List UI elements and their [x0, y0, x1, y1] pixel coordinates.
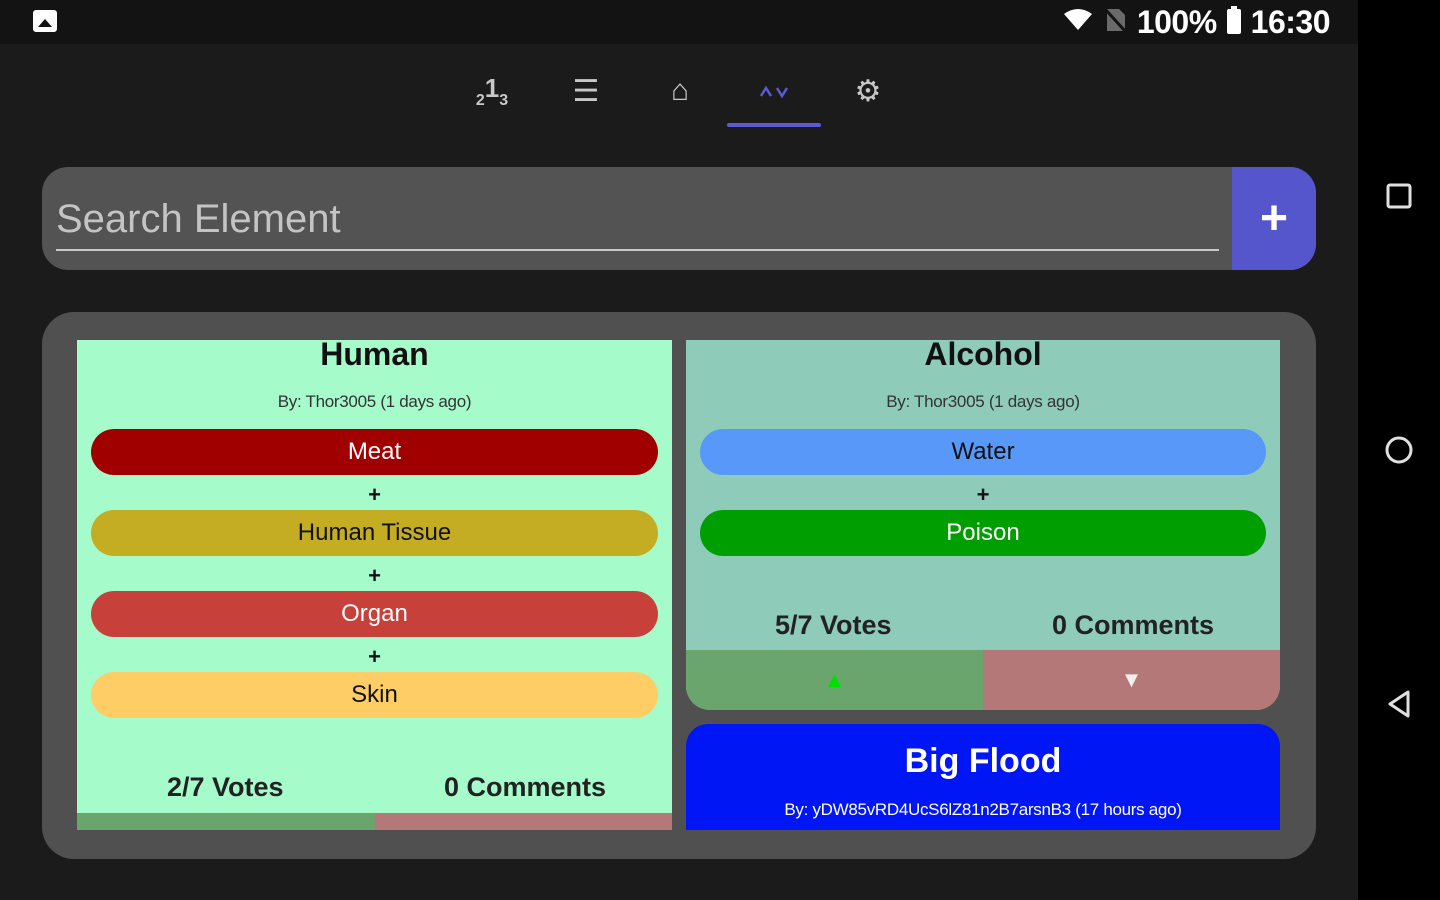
ingredient-water[interactable]: Water	[700, 429, 1266, 475]
votes-count: 5/7 Votes	[775, 610, 892, 640]
circle-icon	[1385, 436, 1413, 464]
search-input[interactable]	[56, 189, 1219, 251]
recents-button[interactable]	[1358, 161, 1440, 231]
card-title: Alcohol	[924, 340, 1042, 372]
battery-percent: 100%	[1136, 3, 1217, 40]
ingredient-skin[interactable]: Skin	[91, 672, 658, 718]
tab-list[interactable]: ☰	[539, 55, 633, 127]
upvote-button[interactable]	[77, 813, 375, 830]
ingredient-human-tissue[interactable]: Human Tissue	[91, 510, 658, 556]
tab-vote[interactable]	[727, 55, 821, 127]
downvote-button[interactable]: ▼	[983, 650, 1280, 710]
tab-ranking[interactable]: 213	[445, 55, 539, 127]
status-bar: 100% 16:30	[0, 0, 1358, 44]
ranking-icon: 213	[475, 72, 509, 109]
clock-time: 16:30	[1250, 3, 1331, 40]
system-nav-bar	[1358, 0, 1440, 900]
comments-count[interactable]: 0 Comments	[1052, 610, 1214, 641]
card-title: Big Flood	[904, 742, 1062, 780]
card-author: By: Thor3005 (1 days ago)	[277, 392, 472, 411]
ingredient-organ[interactable]: Organ	[91, 591, 658, 637]
downvote-button[interactable]	[375, 813, 672, 830]
upvote-button[interactable]: ▲	[686, 650, 983, 710]
tab-settings[interactable]: ⚙	[821, 55, 915, 127]
back-button[interactable]	[1358, 669, 1440, 739]
card-title: Human	[320, 340, 429, 372]
card-author: By: yDW85vRD4UcS6lZ81n2B7arsnB3 (17 hour…	[784, 800, 1182, 819]
element-card-human[interactable]: Human By: Thor3005 (1 days ago) Meat + H…	[77, 340, 672, 830]
card-author: By: Thor3005 (1 days ago)	[886, 392, 1080, 411]
status-indicators: 100% 16:30	[1063, 3, 1331, 40]
element-card-alcohol[interactable]: Alcohol By: Thor3005 (1 days ago) Water …	[686, 340, 1280, 710]
home-icon: ⌂	[670, 74, 690, 107]
list-icon: ☰	[572, 74, 600, 108]
plus-icon: +	[1259, 192, 1289, 245]
search-bar: +	[42, 167, 1316, 270]
gear-icon: ⚙	[854, 74, 882, 108]
plus-sign: +	[368, 482, 381, 507]
app-screen: 100% 16:30 213 ☰ ⌂ ⚙ Search Element + Hu…	[0, 0, 1358, 900]
square-icon	[1386, 183, 1412, 209]
tab-home[interactable]: ⌂	[633, 55, 727, 127]
main-tabs: 213 ☰ ⌂ ⚙	[445, 55, 915, 127]
plus-sign: +	[368, 563, 381, 588]
ingredient-poison[interactable]: Poison	[700, 510, 1266, 556]
image-notification-icon	[33, 10, 57, 32]
votes-count: 2/7 Votes	[167, 772, 284, 802]
ingredient-meat[interactable]: Meat	[91, 429, 658, 475]
up-arrow-icon: ▲	[823, 667, 846, 692]
down-arrow-icon: ▼	[1120, 667, 1143, 692]
wifi-icon	[1063, 8, 1093, 37]
comments-count[interactable]: 0 Comments	[444, 772, 606, 803]
no-sim-icon	[1103, 7, 1127, 38]
plus-sign: +	[976, 482, 990, 507]
battery-icon	[1226, 5, 1241, 39]
vote-icon	[759, 74, 789, 108]
element-card-big-flood[interactable]: Big Flood By: yDW85vRD4UcS6lZ81n2B7arsnB…	[686, 724, 1280, 830]
home-nav-button[interactable]	[1358, 415, 1440, 485]
back-triangle-icon	[1388, 690, 1410, 718]
add-element-button[interactable]: +	[1232, 167, 1316, 270]
plus-sign: +	[368, 644, 381, 669]
elements-panel: Human By: Thor3005 (1 days ago) Meat + H…	[42, 312, 1316, 859]
